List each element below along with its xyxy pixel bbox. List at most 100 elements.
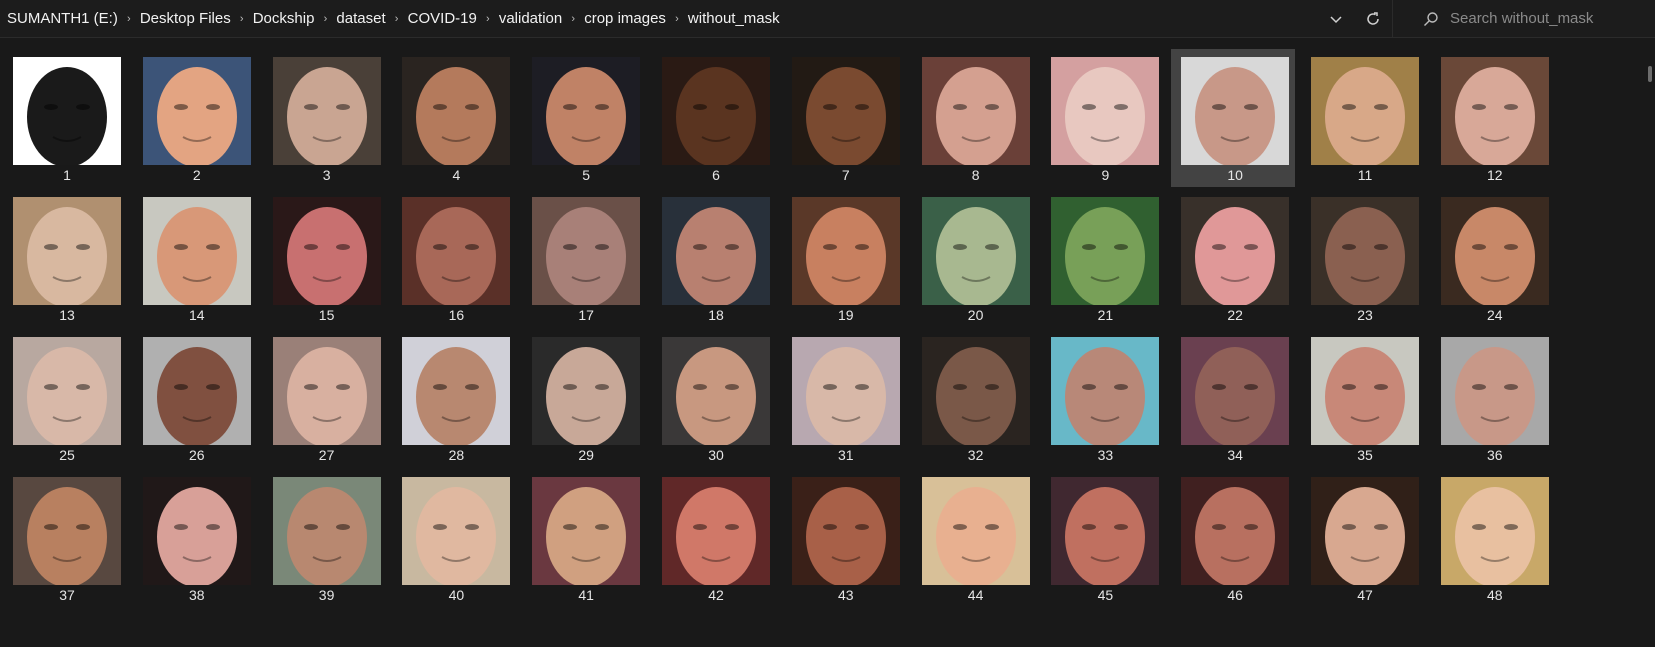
search-box[interactable] xyxy=(1408,0,1655,37)
face-thumbnail xyxy=(791,477,900,585)
file-item[interactable]: 1 xyxy=(3,49,127,187)
file-name: 24 xyxy=(1487,307,1503,323)
breadcrumb-item[interactable]: COVID-19 xyxy=(408,10,477,27)
file-item[interactable]: 7 xyxy=(782,49,906,187)
vertical-scrollbar[interactable] xyxy=(1645,38,1655,647)
file-item[interactable]: 9 xyxy=(1041,49,1165,187)
face-thumbnail xyxy=(1311,337,1419,445)
toolbar: SUMANTH1 (E:) › Desktop Files › Dockship › dat… xyxy=(0,0,1655,38)
file-name: 31 xyxy=(838,447,854,463)
file-item[interactable]: 23 xyxy=(1301,189,1425,327)
file-item[interactable]: 39 xyxy=(263,469,387,607)
breadcrumb-item[interactable]: SUMANTH1 (E:) xyxy=(7,10,118,27)
file-name: 10 xyxy=(1227,167,1243,183)
file-item[interactable]: 42 xyxy=(652,469,776,607)
file-item[interactable]: 8 xyxy=(912,49,1036,187)
face-thumbnail xyxy=(1440,477,1549,585)
file-item[interactable]: 13 xyxy=(3,189,127,327)
file-item[interactable]: 26 xyxy=(133,329,257,467)
file-item[interactable]: 46 xyxy=(1171,469,1295,607)
file-name: 34 xyxy=(1227,447,1243,463)
file-item[interactable]: 2 xyxy=(133,49,257,187)
breadcrumb-item[interactable]: Desktop Files xyxy=(140,10,231,27)
file-item[interactable]: 20 xyxy=(912,189,1036,327)
chevron-right-icon[interactable]: › xyxy=(314,13,336,25)
breadcrumb-item[interactable]: validation xyxy=(499,10,562,27)
file-item[interactable]: 37 xyxy=(3,469,127,607)
file-name: 43 xyxy=(838,587,854,603)
file-name: 25 xyxy=(59,447,75,463)
file-item[interactable]: 34 xyxy=(1171,329,1295,467)
file-item[interactable]: 38 xyxy=(133,469,257,607)
file-item[interactable]: 25 xyxy=(3,329,127,467)
face-thumbnail xyxy=(402,197,511,305)
file-item[interactable]: 16 xyxy=(392,189,516,327)
file-item[interactable]: 35 xyxy=(1301,329,1425,467)
breadcrumb-item[interactable]: crop images xyxy=(584,10,666,27)
face-thumbnail xyxy=(13,57,121,165)
chevron-right-icon[interactable]: › xyxy=(562,13,584,25)
file-name: 23 xyxy=(1357,307,1373,323)
file-item[interactable]: 48 xyxy=(1431,469,1555,607)
chevron-right-icon[interactable]: › xyxy=(118,13,140,25)
face-thumbnail xyxy=(272,337,381,445)
file-name: 12 xyxy=(1487,167,1503,183)
chevron-right-icon[interactable]: › xyxy=(666,13,688,25)
file-item[interactable]: 33 xyxy=(1041,329,1165,467)
face-thumbnail xyxy=(532,57,641,165)
file-item[interactable]: 15 xyxy=(263,189,387,327)
file-item[interactable]: 47 xyxy=(1301,469,1425,607)
file-item[interactable]: 5 xyxy=(522,49,646,187)
file-item[interactable]: 11 xyxy=(1301,49,1425,187)
face-thumbnail xyxy=(1311,197,1419,305)
file-item[interactable]: 31 xyxy=(782,329,906,467)
chevron-right-icon[interactable]: › xyxy=(477,13,499,25)
file-item[interactable]: 32 xyxy=(912,329,1036,467)
file-item[interactable]: 36 xyxy=(1431,329,1555,467)
breadcrumb-item[interactable]: without_mask xyxy=(688,10,780,27)
face-thumbnail xyxy=(1051,337,1160,445)
thumbnail-grid: 1 2 3 4 5 6 7 8 9 10 11 12 13 14 15 16 17 18 19 20 21 22 23 24 2… xyxy=(0,38,1644,647)
breadcrumb-item[interactable]: dataset xyxy=(336,10,385,27)
file-name: 37 xyxy=(59,587,75,603)
file-item[interactable]: 3 xyxy=(263,49,387,187)
face-thumbnail xyxy=(142,477,251,585)
file-name: 28 xyxy=(448,447,465,463)
file-item[interactable]: 27 xyxy=(263,329,387,467)
search-icon xyxy=(1420,8,1442,30)
file-item[interactable]: 4 xyxy=(392,49,516,187)
file-name: 11 xyxy=(1357,167,1373,183)
file-item[interactable]: 12 xyxy=(1431,49,1555,187)
file-item[interactable]: 28 xyxy=(392,329,516,467)
search-input[interactable] xyxy=(1450,10,1650,27)
file-item[interactable]: 30 xyxy=(652,329,776,467)
file-item[interactable]: 40 xyxy=(392,469,516,607)
face-thumbnail xyxy=(791,337,900,445)
address-bar[interactable]: SUMANTH1 (E:) › Desktop Files › Dockship › dat… xyxy=(0,0,1393,37)
file-item[interactable]: 41 xyxy=(522,469,646,607)
file-name: 27 xyxy=(318,447,335,463)
refresh-icon[interactable] xyxy=(1360,6,1386,32)
file-item[interactable]: 43 xyxy=(782,469,906,607)
file-item[interactable]: 29 xyxy=(522,329,646,467)
file-item[interactable]: 14 xyxy=(133,189,257,327)
file-item[interactable]: 44 xyxy=(912,469,1036,607)
file-item[interactable]: 45 xyxy=(1041,469,1165,607)
chevron-down-icon[interactable] xyxy=(1323,6,1349,32)
file-item[interactable]: 19 xyxy=(782,189,906,327)
file-item[interactable]: 17 xyxy=(522,189,646,327)
file-item[interactable]: 10 xyxy=(1171,49,1296,187)
face-thumbnail xyxy=(13,477,121,585)
chevron-right-icon[interactable]: › xyxy=(386,13,408,25)
file-item[interactable]: 18 xyxy=(652,189,776,327)
chevron-right-icon[interactable]: › xyxy=(231,13,253,25)
scrollbar-thumb[interactable] xyxy=(1648,66,1652,82)
file-item[interactable]: 24 xyxy=(1431,189,1555,327)
file-item[interactable]: 6 xyxy=(652,49,776,187)
file-name: 20 xyxy=(967,307,984,323)
file-item[interactable]: 22 xyxy=(1171,189,1295,327)
file-item[interactable]: 21 xyxy=(1041,189,1165,327)
file-name: 19 xyxy=(838,307,854,323)
breadcrumb-item[interactable]: Dockship xyxy=(253,10,315,27)
face-thumbnail xyxy=(402,477,511,585)
